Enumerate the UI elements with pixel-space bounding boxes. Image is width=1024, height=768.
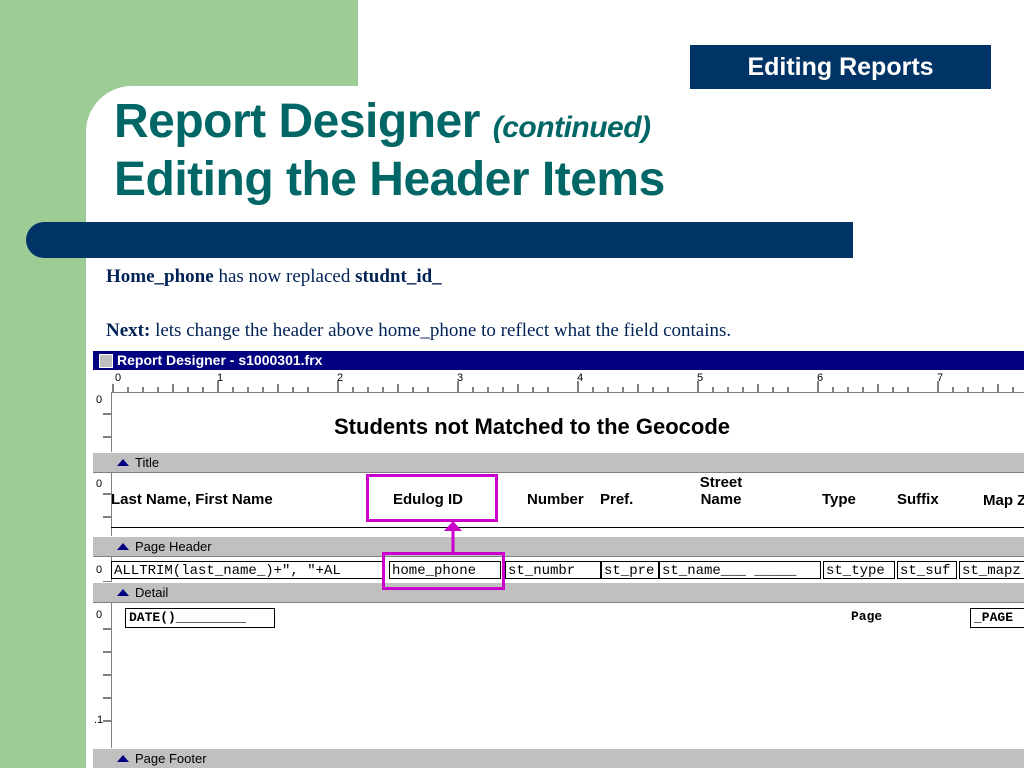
vruler-num-header: 0 [96, 478, 103, 490]
highlight-edulog-header [366, 474, 498, 522]
report-title-label[interactable]: Students not Matched to the Geocode [334, 414, 730, 440]
band-up-icon [117, 589, 129, 596]
horizontal-ruler: 0 1 2 3 4 5 6 7 [93, 370, 1024, 393]
slide-title-sub: (continued) [492, 111, 651, 144]
band-detail-label: Detail [135, 585, 169, 600]
vruler-num-inch: .1 [94, 714, 104, 726]
field-st-pre[interactable]: st_pre [601, 561, 659, 579]
header-suffix[interactable]: Suffix [897, 491, 939, 508]
field-page[interactable]: _PAGE [970, 608, 1024, 628]
ruler-ticks [112, 381, 1014, 392]
arrow-up-icon [444, 521, 462, 553]
field-st-numbr[interactable]: st_numbr [505, 561, 601, 579]
report-designer-window: Report Designer - s1000301.frx 0 1 2 3 4… [93, 351, 1024, 768]
field-st-name[interactable]: st_name___ _____ [659, 561, 821, 579]
header-street-name[interactable]: Street Name [696, 474, 746, 508]
header-map[interactable]: Map Z [983, 492, 1024, 509]
label-page[interactable]: Page [848, 608, 883, 628]
field-st-suf[interactable]: st_suf [897, 561, 957, 579]
vruler-num-title: 0 [96, 394, 103, 406]
app-icon [99, 354, 113, 368]
body-line-2: Next: lets change the header above home_… [106, 320, 731, 342]
header-type[interactable]: Type [822, 491, 856, 508]
band-title-label: Title [135, 455, 160, 470]
body-line-1: Home_phone has now replaced studnt_id_ [106, 266, 442, 288]
title-band [26, 222, 853, 258]
field-date[interactable]: DATE()_________ [125, 608, 275, 628]
vruler-ticks [103, 413, 111, 722]
header-pref[interactable]: Pref. [600, 491, 633, 508]
vertical-ruler: 0 0 0 0 .1 [93, 392, 112, 768]
slide-title-main: Report Designer [114, 95, 480, 148]
ruler-num-1: 1 [217, 372, 224, 384]
body-line-1-bold: Home_phone [106, 266, 214, 287]
body-line-1-text: has now replaced [213, 266, 356, 287]
field-name-expr[interactable]: ALLTRIM(last_name_)+", "+AL [111, 561, 383, 579]
header-street-line2: Name [700, 491, 742, 508]
vruler-num-footer: 0 [96, 609, 103, 621]
window-titlebar[interactable]: Report Designer - s1000301.frx [93, 351, 1024, 370]
field-st-mapz[interactable]: st_mapz [959, 561, 1024, 579]
ruler-num-6: 6 [817, 372, 824, 384]
header-last-first-name[interactable]: Last Name, First Name [111, 491, 273, 508]
section-badge: Editing Reports [690, 45, 991, 89]
ruler-num-5: 5 [697, 372, 704, 384]
slide-subtitle: Editing the Header Items [114, 153, 665, 206]
band-page-header-label: Page Header [135, 539, 212, 554]
slide-title: Report Designer (continued) [114, 94, 651, 149]
body-line-2-text: lets change the header above home_phone … [150, 320, 732, 341]
band-up-icon [117, 459, 129, 466]
band-page-footer-label: Page Footer [135, 751, 207, 766]
band-up-icon [117, 755, 129, 762]
band-page-header[interactable]: Page Header [93, 536, 1024, 557]
ruler-num-7: 7 [937, 372, 944, 384]
field-st-type[interactable]: st_type [823, 561, 895, 579]
window-title: Report Designer - s1000301.frx [117, 352, 323, 368]
vruler-num-detail: 0 [96, 564, 103, 576]
body-line-2-bold: Next: [106, 320, 151, 341]
header-rule [111, 527, 1024, 528]
band-title[interactable]: Title [93, 452, 1024, 473]
body-line-1-bold2: studnt_id_ [355, 266, 442, 287]
band-detail[interactable]: Detail [93, 582, 1024, 603]
header-street-line1: Street [699, 474, 743, 491]
band-page-footer[interactable]: Page Footer [93, 748, 1024, 768]
ruler-num-0: 0 [115, 372, 122, 384]
highlight-home-phone-field [382, 552, 505, 590]
ruler-num-3: 3 [457, 372, 464, 384]
band-up-icon [117, 543, 129, 550]
ruler-num-2: 2 [337, 372, 344, 384]
header-number[interactable]: Number [527, 491, 584, 508]
ruler-num-4: 4 [577, 372, 584, 384]
